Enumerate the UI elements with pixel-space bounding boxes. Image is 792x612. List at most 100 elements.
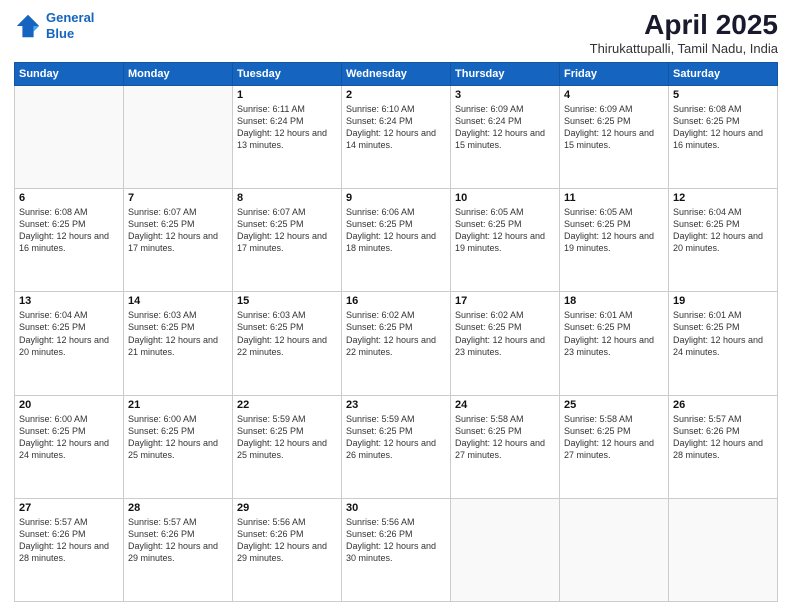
day-info: Sunrise: 6:02 AM Sunset: 6:25 PM Dayligh…: [346, 309, 446, 358]
title-block: April 2025 Thirukattupalli, Tamil Nadu, …: [590, 10, 778, 56]
day-info: Sunrise: 5:56 AM Sunset: 6:26 PM Dayligh…: [237, 516, 337, 565]
calendar-cell: 6 Sunrise: 6:08 AM Sunset: 6:25 PM Daylig…: [15, 189, 124, 292]
calendar-cell: 24Sunrise: 5:58 AM Sunset: 6:25 PM Dayli…: [451, 395, 560, 498]
day-number: 13: [19, 295, 119, 307]
calendar-week-0: 1 Sunrise: 6:11 AM Sunset: 6:24 PM Daylig…: [15, 85, 778, 188]
calendar-cell: 1 Sunrise: 6:11 AM Sunset: 6:24 PM Daylig…: [233, 85, 342, 188]
day-info: Sunrise: 6:07 AM Sunset: 6:25 PM Dayligh…: [237, 206, 337, 255]
calendar-cell: 23 Sunrise: 5:59 AM Sunset: 6:25 PM Dayli…: [342, 395, 451, 498]
day-number: 22: [237, 399, 337, 411]
calendar-cell: [669, 498, 778, 601]
day-info: Sunrise: 6:04 AM Sunset: 6:25 PM Dayligh…: [673, 206, 773, 255]
day-info: Sunrise: 5:57 AM Sunset: 6:26 PM Dayligh…: [128, 516, 228, 565]
day-info: Sunrise: 6:06 AM Sunset: 6:25 PM Dayligh…: [346, 206, 446, 255]
calendar-cell: 5 Sunrise: 6:08 AM Sunset: 6:25 PM Daylig…: [669, 85, 778, 188]
logo-text: General Blue: [46, 10, 94, 41]
col-sunday: Sunday: [15, 62, 124, 85]
day-info: Sunrise: 6:09 AM Sunset: 6:24 PM Dayligh…: [455, 103, 555, 152]
calendar-cell: [451, 498, 560, 601]
day-number: 19: [673, 295, 773, 307]
day-number: 3: [455, 89, 555, 101]
calendar-table: Sunday Monday Tuesday Wednesday Thursday…: [14, 62, 778, 602]
day-number: 20: [19, 399, 119, 411]
day-info: Sunrise: 6:00 AM Sunset: 6:25 PM Dayligh…: [128, 413, 228, 462]
calendar-week-2: 13 Sunrise: 6:04 AM Sunset: 6:25 PM Dayli…: [15, 292, 778, 395]
day-number: 30: [346, 502, 446, 514]
day-info: Sunrise: 5:57 AM Sunset: 6:26 PM Dayligh…: [673, 413, 773, 462]
day-number: 26: [673, 399, 773, 411]
calendar-cell: 20 Sunrise: 6:00 AM Sunset: 6:25 PM Dayli…: [15, 395, 124, 498]
col-saturday: Saturday: [669, 62, 778, 85]
logo-line1: General: [46, 10, 94, 25]
day-number: 23: [346, 399, 446, 411]
calendar-cell: [560, 498, 669, 601]
page: General Blue April 2025 Thirukattupalli,…: [0, 0, 792, 612]
calendar-cell: 15Sunrise: 6:03 AM Sunset: 6:25 PM Dayli…: [233, 292, 342, 395]
day-info: Sunrise: 6:08 AM Sunset: 6:25 PM Dayligh…: [673, 103, 773, 152]
calendar-cell: 2Sunrise: 6:10 AM Sunset: 6:24 PM Daylig…: [342, 85, 451, 188]
calendar-cell: 9 Sunrise: 6:06 AM Sunset: 6:25 PM Daylig…: [342, 189, 451, 292]
col-tuesday: Tuesday: [233, 62, 342, 85]
day-number: 12: [673, 192, 773, 204]
day-number: 28: [128, 502, 228, 514]
day-info: Sunrise: 6:03 AM Sunset: 6:25 PM Dayligh…: [237, 309, 337, 358]
day-number: 27: [19, 502, 119, 514]
calendar-cell: [15, 85, 124, 188]
calendar-week-3: 20 Sunrise: 6:00 AM Sunset: 6:25 PM Dayli…: [15, 395, 778, 498]
calendar-cell: 11 Sunrise: 6:05 AM Sunset: 6:25 PM Dayli…: [560, 189, 669, 292]
col-monday: Monday: [124, 62, 233, 85]
day-number: 14: [128, 295, 228, 307]
logo: General Blue: [14, 10, 94, 41]
day-number: 7: [128, 192, 228, 204]
calendar-cell: 27 Sunrise: 5:57 AM Sunset: 6:26 PM Dayli…: [15, 498, 124, 601]
day-info: Sunrise: 6:05 AM Sunset: 6:25 PM Dayligh…: [455, 206, 555, 255]
calendar-cell: 14Sunrise: 6:03 AM Sunset: 6:25 PM Dayli…: [124, 292, 233, 395]
calendar-cell: 7 Sunrise: 6:07 AM Sunset: 6:25 PM Daylig…: [124, 189, 233, 292]
day-info: Sunrise: 6:00 AM Sunset: 6:25 PM Dayligh…: [19, 413, 119, 462]
calendar-header-row: Sunday Monday Tuesday Wednesday Thursday…: [15, 62, 778, 85]
calendar-cell: 18Sunrise: 6:01 AM Sunset: 6:25 PM Dayli…: [560, 292, 669, 395]
calendar-week-4: 27 Sunrise: 5:57 AM Sunset: 6:26 PM Dayli…: [15, 498, 778, 601]
day-info: Sunrise: 5:58 AM Sunset: 6:25 PM Dayligh…: [564, 413, 664, 462]
col-thursday: Thursday: [451, 62, 560, 85]
calendar-cell: [124, 85, 233, 188]
calendar-cell: 10 Sunrise: 6:05 AM Sunset: 6:25 PM Dayli…: [451, 189, 560, 292]
day-number: 10: [455, 192, 555, 204]
calendar-cell: 4Sunrise: 6:09 AM Sunset: 6:25 PM Daylig…: [560, 85, 669, 188]
day-info: Sunrise: 5:59 AM Sunset: 6:25 PM Dayligh…: [237, 413, 337, 462]
calendar-cell: 21Sunrise: 6:00 AM Sunset: 6:25 PM Dayli…: [124, 395, 233, 498]
day-number: 9: [346, 192, 446, 204]
day-info: Sunrise: 6:01 AM Sunset: 6:25 PM Dayligh…: [673, 309, 773, 358]
day-number: 8: [237, 192, 337, 204]
day-info: Sunrise: 6:02 AM Sunset: 6:25 PM Dayligh…: [455, 309, 555, 358]
calendar-cell: 13 Sunrise: 6:04 AM Sunset: 6:25 PM Dayli…: [15, 292, 124, 395]
day-info: Sunrise: 6:04 AM Sunset: 6:25 PM Dayligh…: [19, 309, 119, 358]
calendar-cell: 16 Sunrise: 6:02 AM Sunset: 6:25 PM Dayli…: [342, 292, 451, 395]
day-number: 2: [346, 89, 446, 101]
day-number: 11: [564, 192, 664, 204]
logo-icon: [14, 12, 42, 40]
calendar-cell: 8 Sunrise: 6:07 AM Sunset: 6:25 PM Daylig…: [233, 189, 342, 292]
day-info: Sunrise: 5:59 AM Sunset: 6:25 PM Dayligh…: [346, 413, 446, 462]
day-info: Sunrise: 5:56 AM Sunset: 6:26 PM Dayligh…: [346, 516, 446, 565]
day-number: 4: [564, 89, 664, 101]
day-info: Sunrise: 6:08 AM Sunset: 6:25 PM Dayligh…: [19, 206, 119, 255]
day-info: Sunrise: 5:57 AM Sunset: 6:26 PM Dayligh…: [19, 516, 119, 565]
day-number: 17: [455, 295, 555, 307]
calendar-cell: 3 Sunrise: 6:09 AM Sunset: 6:24 PM Daylig…: [451, 85, 560, 188]
calendar-cell: 26 Sunrise: 5:57 AM Sunset: 6:26 PM Dayli…: [669, 395, 778, 498]
calendar-cell: 30 Sunrise: 5:56 AM Sunset: 6:26 PM Dayli…: [342, 498, 451, 601]
day-number: 5: [673, 89, 773, 101]
calendar-cell: 17 Sunrise: 6:02 AM Sunset: 6:25 PM Dayli…: [451, 292, 560, 395]
day-info: Sunrise: 6:11 AM Sunset: 6:24 PM Dayligh…: [237, 103, 337, 152]
day-info: Sunrise: 6:05 AM Sunset: 6:25 PM Dayligh…: [564, 206, 664, 255]
calendar-cell: 28 Sunrise: 5:57 AM Sunset: 6:26 PM Dayli…: [124, 498, 233, 601]
day-number: 16: [346, 295, 446, 307]
day-info: Sunrise: 6:07 AM Sunset: 6:25 PM Dayligh…: [128, 206, 228, 255]
day-info: Sunrise: 6:01 AM Sunset: 6:25 PM Dayligh…: [564, 309, 664, 358]
day-number: 6: [19, 192, 119, 204]
calendar-cell: 22 Sunrise: 5:59 AM Sunset: 6:25 PM Dayli…: [233, 395, 342, 498]
day-number: 1: [237, 89, 337, 101]
calendar-cell: 12 Sunrise: 6:04 AM Sunset: 6:25 PM Dayli…: [669, 189, 778, 292]
calendar-cell: 19 Sunrise: 6:01 AM Sunset: 6:25 PM Dayli…: [669, 292, 778, 395]
